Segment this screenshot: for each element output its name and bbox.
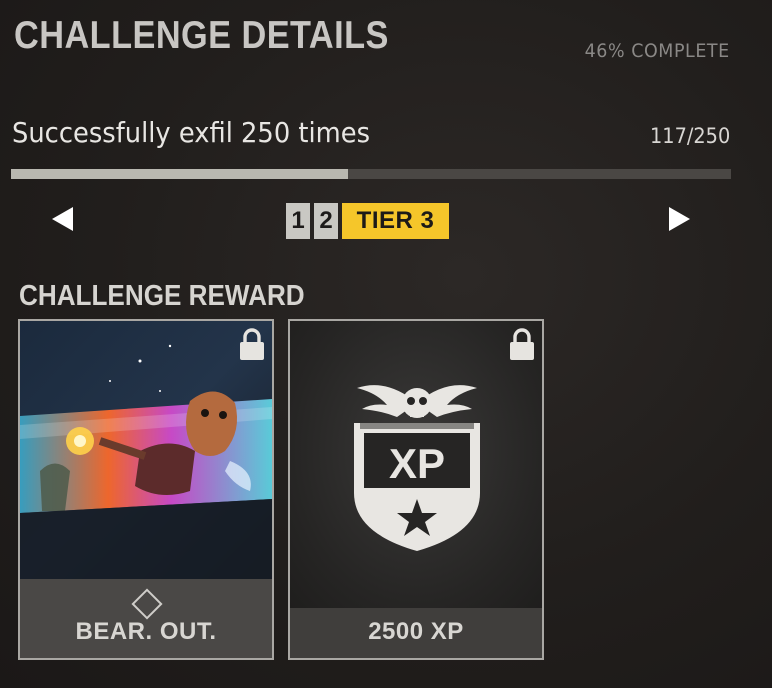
previous-tier-arrow-icon[interactable] xyxy=(52,207,73,231)
tier-3-active-button[interactable]: TIER 3 xyxy=(342,203,449,239)
challenge-reward-heading: CHALLENGE REWARD xyxy=(19,280,305,312)
percent-complete: 46% COMPLETE xyxy=(584,40,730,62)
tier-1-button[interactable]: 1 xyxy=(286,203,310,239)
reward-name: 2500 XP xyxy=(368,618,464,645)
tier-selector: 1 2 TIER 3 xyxy=(286,203,449,239)
progress-bar-fill xyxy=(11,169,348,179)
xp-shield-icon: XP xyxy=(354,385,480,551)
challenge-progress-bar xyxy=(11,169,731,179)
lock-icon xyxy=(510,328,534,360)
page-title: CHALLENGE DETAILS xyxy=(14,14,389,57)
lock-icon xyxy=(240,328,264,360)
reward-card-2500-xp[interactable]: XP 2500 XP xyxy=(288,319,544,660)
challenge-progress-count: 117/250 xyxy=(649,124,730,148)
reward-card-bear-out[interactable]: BEAR. OUT. xyxy=(18,319,274,660)
xp-badge-text: XP xyxy=(389,440,445,487)
challenge-description: Successfully exfil 250 times xyxy=(12,116,371,149)
bear-out-artwork xyxy=(20,321,272,579)
next-tier-arrow-icon[interactable] xyxy=(669,207,690,231)
reward-name: BEAR. OUT. xyxy=(75,618,217,645)
tier-2-button[interactable]: 2 xyxy=(314,203,338,239)
